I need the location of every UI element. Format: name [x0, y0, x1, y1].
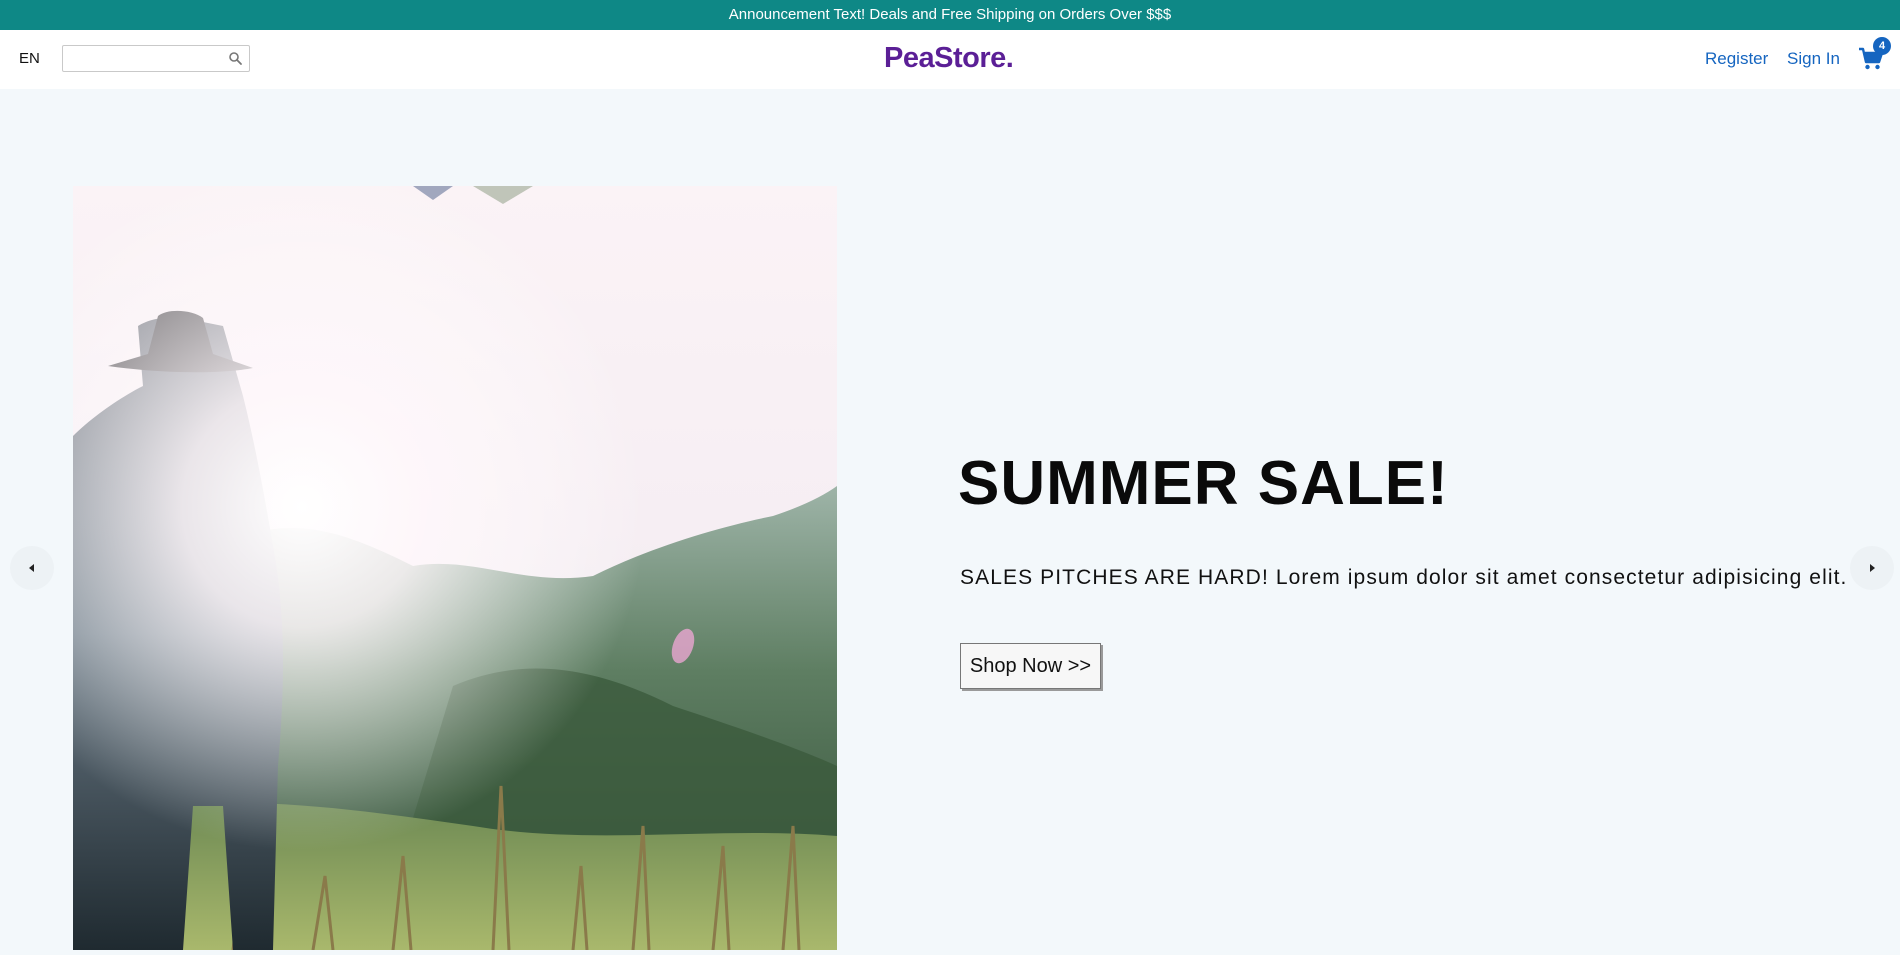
- cart-count-badge: 4: [1873, 37, 1891, 55]
- hero-title: SUMMER SALE!: [958, 449, 1449, 518]
- chevron-left-icon: [29, 564, 34, 572]
- search-icon[interactable]: [228, 51, 243, 66]
- site-logo[interactable]: PeaStore.: [884, 42, 1014, 75]
- hero-image: [73, 186, 837, 950]
- site-header: EN PeaStore. Register Sign In 4: [0, 30, 1900, 89]
- hero-photo: [73, 186, 837, 950]
- carousel-next-button[interactable]: [1850, 546, 1894, 590]
- register-link[interactable]: Register: [1705, 49, 1768, 69]
- sign-in-link[interactable]: Sign In: [1787, 49, 1840, 69]
- announcement-text: Announcement Text! Deals and Free Shippi…: [728, 6, 1172, 23]
- carousel-prev-button[interactable]: [10, 546, 54, 590]
- shop-now-button[interactable]: Shop Now >>: [960, 643, 1101, 689]
- search-box[interactable]: [62, 45, 250, 72]
- hero-subtitle: SALES PITCHES ARE HARD! Lorem ipsum dolo…: [960, 566, 1848, 589]
- announcement-bar: Announcement Text! Deals and Free Shippi…: [0, 0, 1900, 30]
- chevron-right-icon: [1870, 564, 1875, 572]
- search-input[interactable]: [63, 46, 223, 71]
- language-selector[interactable]: EN: [19, 50, 40, 67]
